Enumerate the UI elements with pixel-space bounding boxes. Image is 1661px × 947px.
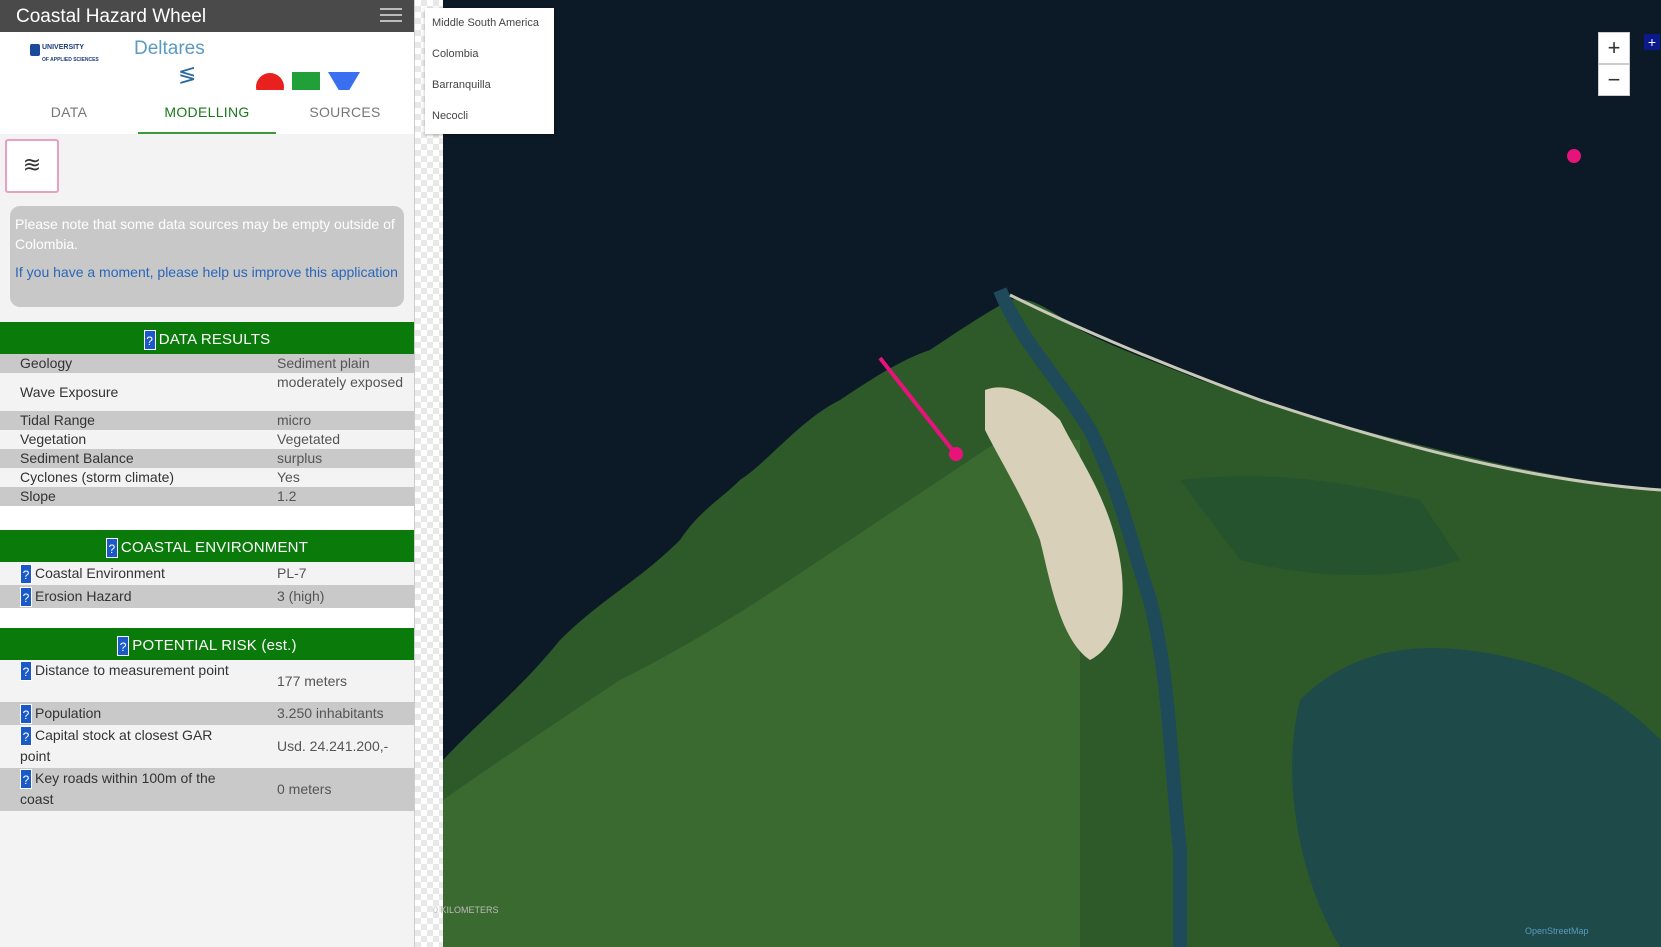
table-row: ? Population 3.250 inhabitants — [0, 702, 414, 725]
row-value: PL-7 — [277, 565, 307, 581]
table-row: Geology Sediment plain — [0, 354, 414, 373]
row-label-text: Population — [35, 705, 102, 721]
help-icon[interactable]: ? — [20, 704, 32, 725]
help-icon[interactable]: ? — [143, 330, 156, 351]
zoom-in-button[interactable]: + — [1598, 32, 1630, 64]
logo-bar: UNIVERSITY OF APPLIED SCIENCES Deltares … — [0, 32, 414, 101]
potential-risk-heading: ? POTENTIAL RISK (est.) — [0, 628, 414, 660]
row-value: Vegetated — [277, 431, 341, 447]
row-value: Yes — [277, 469, 300, 485]
breadcrumb-item[interactable]: Necocli — [425, 101, 554, 132]
notice-box: Please note that some data sources may b… — [10, 206, 404, 307]
map-attribution[interactable]: OpenStreetMap — [1525, 926, 1589, 936]
notice-text: Please note that some data sources may b… — [15, 216, 395, 252]
app-title: Coastal Hazard Wheel — [16, 6, 207, 27]
row-label-text: Key roads within 100m of the coast — [20, 770, 216, 808]
collapse-menu-icon[interactable] — [380, 8, 402, 24]
coastal-environment-heading: ? COASTAL ENVIRONMENT — [0, 530, 414, 562]
row-label: Sediment Balance — [20, 450, 134, 466]
row-value: 0 meters — [277, 781, 332, 797]
table-row: ? Key roads within 100m of the coast 0 met… — [0, 768, 414, 811]
help-icon[interactable]: ? — [20, 661, 32, 682]
table-row: Vegetation Vegetated — [0, 430, 414, 449]
row-label: ? Key roads within 100m of the coast — [0, 768, 230, 811]
help-icon[interactable]: ? — [105, 538, 118, 559]
row-value: Sediment plain — [277, 355, 370, 371]
tab-modelling[interactable]: MODELLING — [138, 90, 276, 134]
row-label-text: Capital stock at closest GAR point — [20, 727, 213, 765]
deltares-logo-text: Deltares — [134, 38, 205, 59]
breadcrumb-item[interactable]: Colombia — [425, 39, 554, 70]
location-breadcrumb: Middle South America Colombia Barranquil… — [425, 8, 554, 134]
deltares-logo: Deltares ≶ — [134, 38, 205, 87]
scale-zero: 0 — [433, 905, 439, 915]
row-label: ? Erosion Hazard — [0, 585, 277, 608]
table-row: ? Erosion Hazard 3 (high) — [0, 585, 414, 608]
data-results-heading: ? DATA RESULTS — [0, 322, 414, 354]
scale-label: KILOMETERS — [440, 905, 499, 915]
table-row: ? Distance to measurement point 177 meters — [0, 660, 414, 702]
row-label: ? Coastal Environment — [0, 562, 277, 585]
row-value: 177 meters — [277, 673, 348, 689]
tab-bar: DATA MODELLING SOURCES — [0, 90, 414, 134]
waves-icon: ≋ — [13, 147, 51, 185]
university-logo-subtext: OF APPLIED SCIENCES — [42, 57, 99, 63]
row-label-text: Erosion Hazard — [35, 588, 132, 604]
zoom-out-button[interactable]: − — [1598, 64, 1630, 96]
potential-risk-title: POTENTIAL RISK (est.) — [132, 637, 297, 654]
table-row: Cyclones (storm climate) Yes — [0, 468, 414, 487]
help-icon[interactable]: ? — [20, 564, 32, 585]
tab-sources[interactable]: SOURCES — [276, 90, 414, 134]
row-value: moderately exposed — [277, 374, 404, 390]
row-value: 3.250 inhabitants — [277, 705, 384, 721]
row-value: Usd. 24.241.200,- — [277, 738, 389, 754]
row-label-text: Coastal Environment — [35, 565, 165, 581]
row-value: micro — [277, 412, 312, 428]
table-row: Slope 1.2 — [0, 487, 414, 506]
table-row: ? Coastal Environment PL-7 — [0, 562, 414, 585]
row-label: Tidal Range — [20, 412, 95, 428]
breadcrumb-item[interactable]: Middle South America — [425, 8, 554, 39]
table-row: Tidal Range micro — [0, 411, 414, 430]
help-icon[interactable]: ? — [20, 726, 32, 747]
tool-row: ≋ — [0, 134, 414, 206]
panel-resize-strip[interactable] — [415, 0, 443, 947]
row-label: Vegetation — [20, 431, 87, 447]
app-titlebar: Coastal Hazard Wheel — [0, 0, 414, 32]
row-label: Geology — [20, 355, 73, 371]
row-label: ? Capital stock at closest GAR point — [0, 725, 230, 768]
wave-tool-button[interactable]: ≋ — [5, 139, 59, 193]
map-scale: 0 KILOMETERS — [433, 905, 499, 915]
help-icon[interactable]: ? — [20, 587, 32, 608]
row-label-text: Distance to measurement point — [35, 662, 229, 678]
help-icon[interactable]: ? — [117, 636, 130, 657]
row-value: 1.2 — [277, 488, 297, 504]
feedback-link[interactable]: If you have a moment, please help us imp… — [15, 262, 399, 282]
side-panel: Coastal Hazard Wheel UNIVERSITY OF APPLI… — [0, 0, 415, 947]
row-label: Slope — [20, 488, 56, 504]
coastal-environment-title: COASTAL ENVIRONMENT — [120, 539, 309, 556]
data-results-title: DATA RESULTS — [158, 331, 271, 348]
breadcrumb-item[interactable]: Barranquilla — [425, 70, 554, 101]
tab-data[interactable]: DATA — [0, 90, 138, 134]
table-row: Sediment Balance surplus — [0, 449, 414, 468]
table-row: ? Capital stock at closest GAR point Usd. … — [0, 725, 414, 768]
row-value: 3 (high) — [277, 588, 325, 604]
table-row: Wave Exposure moderately exposed — [0, 373, 414, 411]
row-value: surplus — [277, 450, 323, 466]
row-label: ? Population — [0, 702, 277, 725]
row-label: ? Distance to measurement point — [0, 660, 230, 702]
help-icon[interactable]: ? — [20, 769, 32, 790]
university-logo-text: UNIVERSITY — [42, 44, 85, 51]
row-label: Wave Exposure — [20, 384, 119, 400]
university-logo: UNIVERSITY OF APPLIED SCIENCES — [30, 44, 99, 64]
row-label: Cyclones (storm climate) — [20, 469, 175, 485]
add-icon[interactable]: + — [1644, 34, 1660, 50]
deltares-wave-icon: ≶ — [178, 62, 197, 87]
